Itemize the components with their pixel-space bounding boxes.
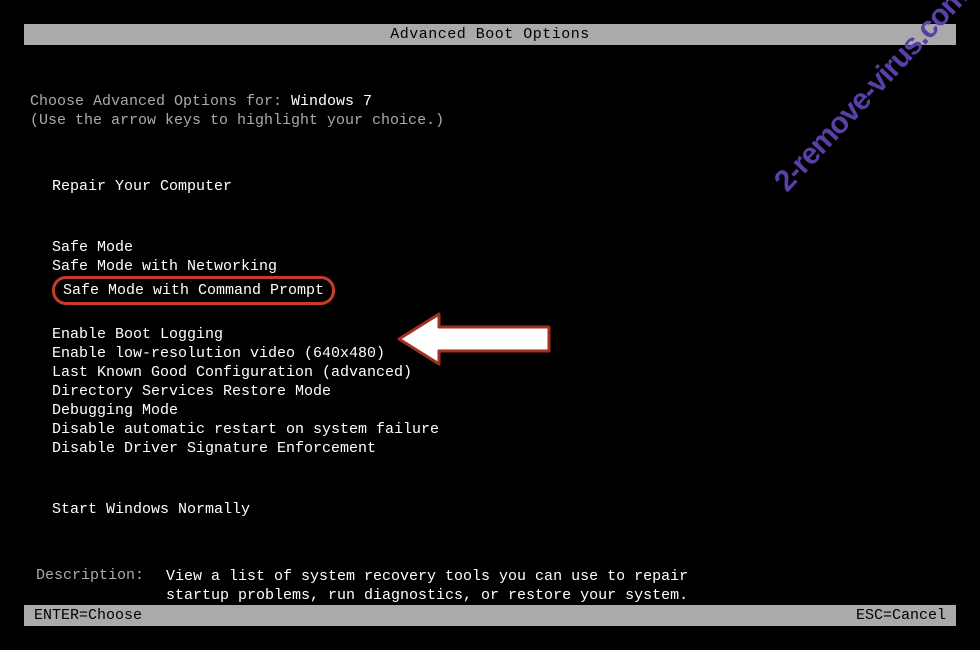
footer-bar: ENTER=Choose ESC=Cancel — [24, 605, 956, 626]
menu-directory-services[interactable]: Directory Services Restore Mode — [52, 382, 950, 401]
description-text: View a list of system recovery tools you… — [166, 567, 688, 605]
header-line: Choose Advanced Options for: Windows 7 — [30, 93, 950, 110]
boot-screen: Advanced Boot Options Choose Advanced Op… — [24, 24, 956, 626]
description-line-1: View a list of system recovery tools you… — [166, 567, 688, 586]
description-section: Description: View a list of system recov… — [36, 567, 950, 605]
menu-safe-mode-networking[interactable]: Safe Mode with Networking — [52, 257, 950, 276]
footer-enter: ENTER=Choose — [34, 607, 142, 624]
menu-start-normally[interactable]: Start Windows Normally — [52, 500, 950, 519]
description-line-2: startup problems, run diagnostics, or re… — [166, 586, 688, 605]
menu-group-safe-mode: Safe Mode Safe Mode with Networking Safe… — [52, 238, 950, 305]
menu-repair-computer[interactable]: Repair Your Computer — [52, 177, 950, 196]
footer-esc: ESC=Cancel — [856, 607, 946, 624]
title-bar: Advanced Boot Options — [24, 24, 956, 45]
menu-safe-mode-command-prompt[interactable]: Safe Mode with Command Prompt — [52, 276, 335, 305]
description-label: Description: — [36, 567, 166, 605]
menu-disable-driver-signature[interactable]: Disable Driver Signature Enforcement — [52, 439, 950, 458]
os-name: Windows 7 — [291, 93, 372, 110]
menu-debugging-mode[interactable]: Debugging Mode — [52, 401, 950, 420]
menu-safe-mode-command-prompt-wrapper: Safe Mode with Command Prompt — [52, 276, 950, 305]
menu-safe-mode[interactable]: Safe Mode — [52, 238, 950, 257]
menu-disable-auto-restart[interactable]: Disable automatic restart on system fail… — [52, 420, 950, 439]
pointer-arrow-icon — [394, 309, 554, 369]
header-prefix: Choose Advanced Options for: — [30, 93, 291, 110]
